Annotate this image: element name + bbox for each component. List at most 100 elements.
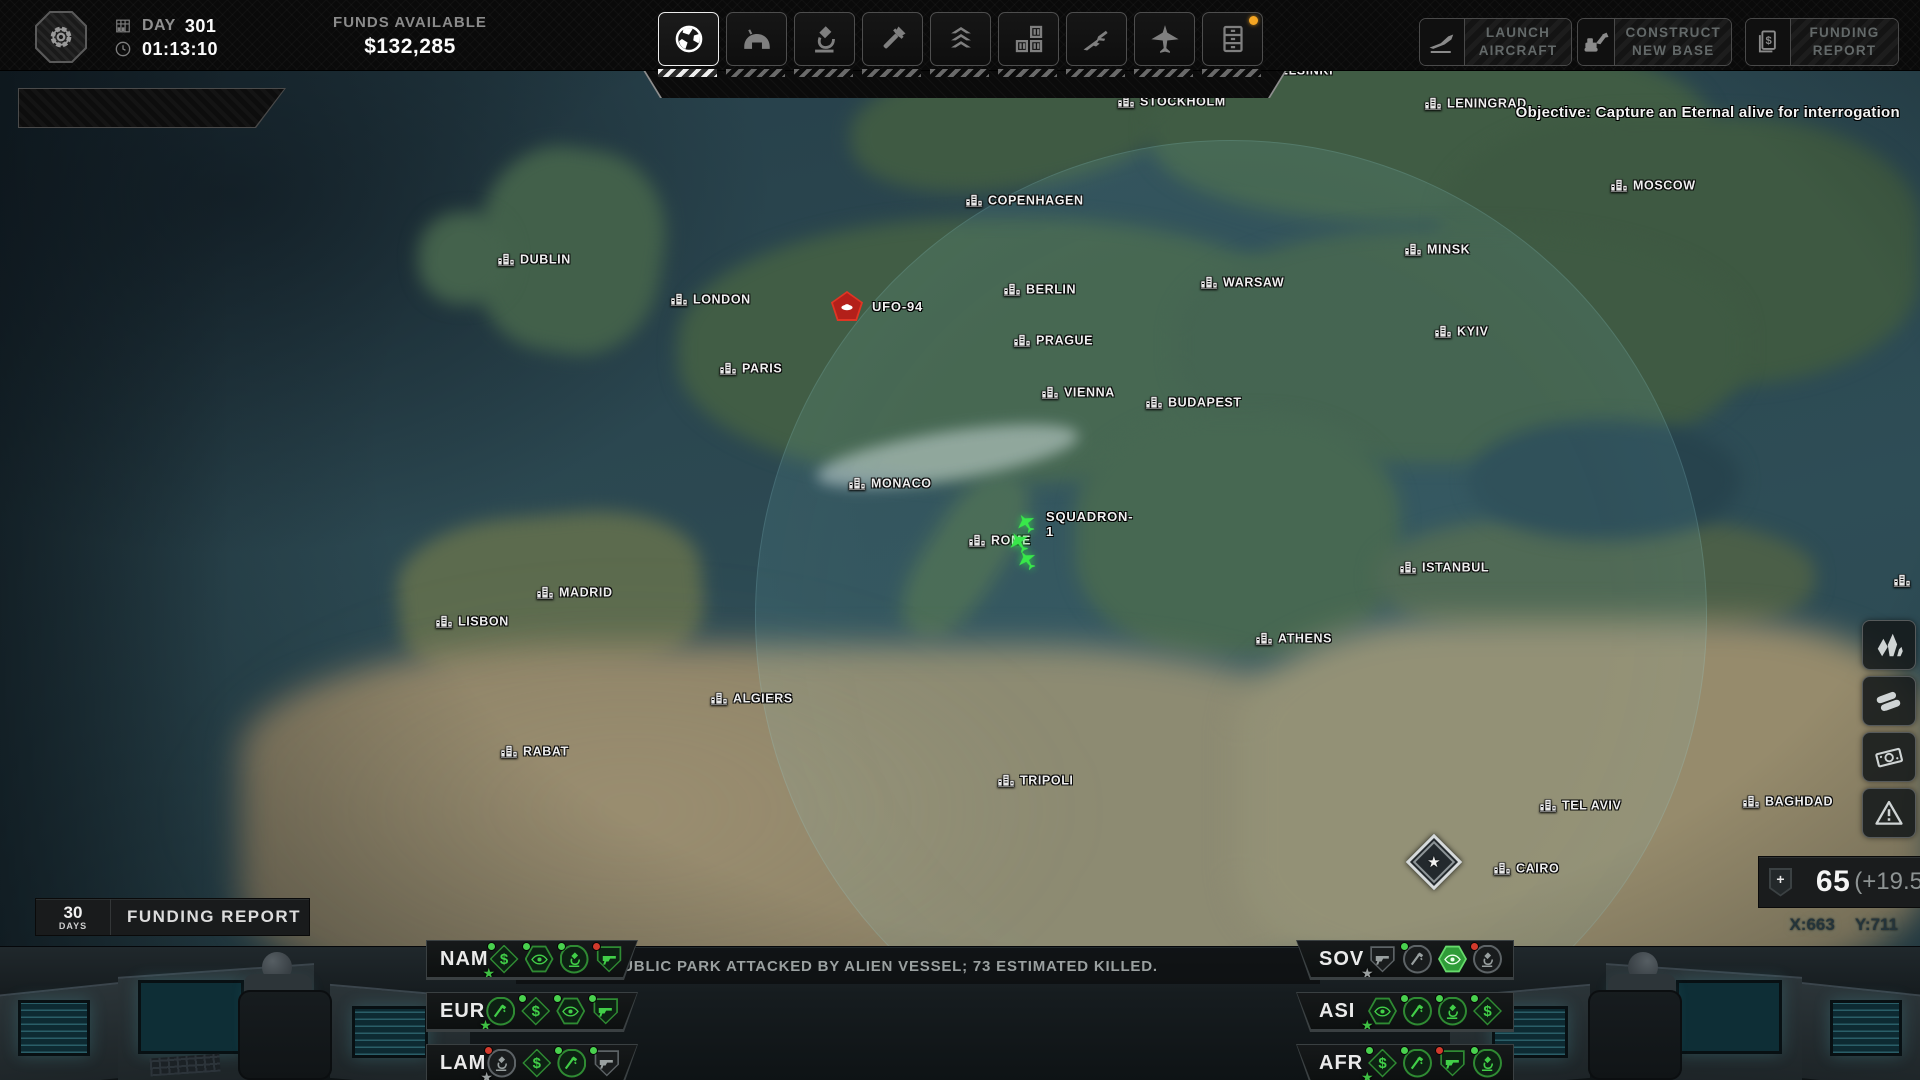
nav-icon xyxy=(1216,22,1250,56)
cursor-coordinates: X:663 Y:711 xyxy=(1789,915,1898,935)
region-tile-dollar: $ ★ xyxy=(489,944,520,975)
region-status-tiles: ★ $ ★ ★ ★ xyxy=(486,1048,622,1079)
region-row-eur[interactable]: EUR ★ $ ★ ★ ★ xyxy=(426,992,638,1032)
action-icon xyxy=(1427,27,1457,57)
city-label: PARIS xyxy=(742,361,782,375)
region-tile-dollar: $ ★ xyxy=(1472,996,1503,1027)
nav-aircraft-button[interactable] xyxy=(1134,12,1195,66)
squadron-marker[interactable]: SQUADRON-1 xyxy=(1000,505,1120,575)
city-label: LONDON xyxy=(693,292,751,306)
action-icon xyxy=(1581,27,1611,57)
region-group-left: NAM $ ★ ★ ★ ★ EUR ★ xyxy=(426,940,638,1080)
nav-hatch-strip xyxy=(1202,69,1261,77)
action-icon-cell xyxy=(1420,19,1465,65)
action-label-line2: REPORT xyxy=(1813,42,1876,60)
alert-button[interactable] xyxy=(1862,788,1916,838)
region-row-lam[interactable]: LAM ★ $ ★ ★ ★ xyxy=(426,1044,638,1080)
tile-star-icon: ★ xyxy=(480,1069,493,1080)
city-icon xyxy=(497,252,515,267)
funding-report-bar[interactable]: 30 DAYS FUNDING REPORT xyxy=(35,898,310,936)
time-value: 01:13:10 xyxy=(142,39,218,60)
nav-icon xyxy=(1012,22,1046,56)
notification-dot xyxy=(1249,16,1258,25)
city-label: MINSK xyxy=(1427,242,1470,256)
nav-archives-button[interactable] xyxy=(1202,12,1263,66)
action-icon xyxy=(1753,27,1783,57)
geoscape-screen: STOCKHOLM HELSINKI LENINGRAD MOSCOW MINS… xyxy=(0,0,1920,1080)
region-status-tiles: $ ★ ★ ★ ★ xyxy=(489,944,625,975)
crystals-button[interactable] xyxy=(1862,620,1916,670)
nav-hatch-strip xyxy=(726,69,785,77)
ufo-marker[interactable]: UFO-94 xyxy=(831,291,923,321)
city-label: MONACO xyxy=(871,476,932,490)
construct-new-base-button[interactable]: CONSTRUCT NEW BASE xyxy=(1577,18,1732,66)
gear-icon xyxy=(46,22,76,52)
tile-status-dot xyxy=(1435,994,1444,1003)
region-tile-dollar: $ ★ xyxy=(520,996,551,1027)
tile-status-dot xyxy=(1470,942,1479,951)
region-row-inner: EUR ★ $ ★ ★ ★ xyxy=(427,993,637,1029)
nav-engineering-button[interactable] xyxy=(862,12,923,66)
nav-hatch-strip xyxy=(998,69,1057,77)
day-value: 301 xyxy=(185,16,217,37)
score-delta: (+19.5) xyxy=(1854,868,1920,896)
city-marker-prague: PRAGUE xyxy=(1013,333,1093,348)
map-filter-buttons xyxy=(1862,620,1916,838)
tile-status-dot xyxy=(1365,1046,1374,1055)
topbar: DAY 301 01:13:10 FUNDS AVAILABLE $132,28… xyxy=(0,0,1920,71)
city-label: VIENNA xyxy=(1064,385,1115,399)
city-marker-athens: ATHENS xyxy=(1255,631,1332,646)
settings-button[interactable] xyxy=(35,11,87,63)
region-row-inner: SOV ★ ★ ★ ★ xyxy=(1297,941,1513,977)
city-icon xyxy=(670,292,688,307)
region-tile-caliper: ★ xyxy=(485,996,516,1027)
nav-stores-button[interactable] xyxy=(998,12,1059,66)
nav-armory-button[interactable] xyxy=(1066,12,1127,66)
tile-status-dot xyxy=(592,942,601,951)
funding-report-button[interactable]: FUNDING REPORT xyxy=(1745,18,1899,66)
action-label-line2: AIRCRAFT xyxy=(1479,42,1558,60)
nav-research-button[interactable] xyxy=(794,12,855,66)
action-label-line1: FUNDING xyxy=(1810,24,1880,42)
time-row: 01:13:10 xyxy=(113,39,218,59)
region-code: ASI xyxy=(1319,1000,1367,1023)
city-label: LISBON xyxy=(458,614,509,628)
nav-icon xyxy=(944,22,978,56)
city-icon xyxy=(536,585,554,600)
city-icon xyxy=(500,744,518,759)
tile-star-icon: ★ xyxy=(1361,1017,1374,1034)
region-tile-gun: ★ xyxy=(1367,944,1398,975)
city-label: MOSCOW xyxy=(1633,178,1696,192)
region-row-inner: NAM $ ★ ★ ★ ★ xyxy=(427,941,637,977)
region-row-nam[interactable]: NAM $ ★ ★ ★ ★ xyxy=(426,940,638,980)
base-star-icon: ★ xyxy=(1427,853,1440,871)
city-icon xyxy=(710,691,728,706)
city-icon xyxy=(997,773,1015,788)
cash-button[interactable] xyxy=(1862,732,1916,782)
city-icon xyxy=(968,533,986,548)
region-code: AFR xyxy=(1319,1052,1367,1075)
region-row-inner: LAM ★ $ ★ ★ ★ xyxy=(427,1045,637,1080)
city-label: MADRID xyxy=(559,585,613,599)
tile-status-dot xyxy=(1470,994,1479,1003)
region-tile-microscope: ★ xyxy=(1472,944,1503,975)
region-tile-microscope: ★ xyxy=(559,944,590,975)
nav-base-button[interactable] xyxy=(726,12,787,66)
day-label: DAY xyxy=(142,17,176,35)
canisters-button[interactable] xyxy=(1862,676,1916,726)
side-button-icon xyxy=(1874,686,1904,716)
funding-days-value: 30 xyxy=(64,904,83,921)
launch-aircraft-button[interactable]: LAUNCH AIRCRAFT xyxy=(1419,18,1572,66)
nav-geoscape-button[interactable] xyxy=(658,12,719,66)
city-icon xyxy=(1742,794,1760,809)
city-icon xyxy=(1493,861,1511,876)
city-marker-warsaw: WARSAW xyxy=(1200,275,1284,290)
region-tile-gun: ★ xyxy=(590,996,621,1027)
tile-status-dot xyxy=(1400,942,1409,951)
region-row-sov[interactable]: SOV ★ ★ ★ ★ xyxy=(1296,940,1514,980)
region-row-afr[interactable]: AFR $ ★ ★ ★ ★ xyxy=(1296,1044,1514,1080)
region-row-asi[interactable]: ASI ★ ★ ★ $ ★ xyxy=(1296,992,1514,1032)
nav-hatch-strip xyxy=(930,69,989,77)
nav-personnel-button[interactable] xyxy=(930,12,991,66)
region-tile-eye: ★ xyxy=(555,996,586,1027)
